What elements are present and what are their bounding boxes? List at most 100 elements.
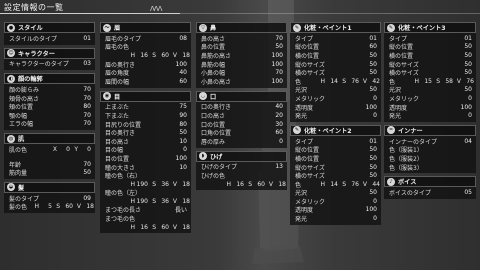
- setting-row[interactable]: 小鼻の高さ 100: [196, 77, 287, 86]
- setting-row[interactable]: 色（服装2）: [384, 154, 476, 163]
- section-header-makeup3[interactable]: ✎ 化粧・ペイント3: [384, 22, 476, 33]
- color-row[interactable]: H 16 S 60 V 18: [100, 51, 191, 60]
- setting-row[interactable]: 口の奥行き 40: [196, 103, 287, 111]
- section-header-eyebrow[interactable]: 〜眉: [100, 22, 191, 33]
- beard-icon: ◗: [199, 152, 207, 161]
- setting-row[interactable]: 年齢 70: [4, 160, 95, 169]
- setting-row[interactable]: 眉毛の色: [100, 43, 191, 51]
- setting-row[interactable]: 頬の位置 80: [4, 102, 95, 111]
- setting-row[interactable]: 筋肉量 50: [4, 168, 95, 177]
- setting-row[interactable]: 頬骨の高さ 70: [4, 94, 95, 103]
- setting-row[interactable]: スタイルのタイプ 01: [4, 34, 95, 43]
- section-header-mouth[interactable]: ◡ 口: [196, 90, 287, 102]
- color-row[interactable]: H 16 S 60 V 18: [100, 223, 191, 232]
- setting-row[interactable]: まつ毛の長さ 長い: [100, 206, 191, 214]
- setting-row[interactable]: 眉の角度 40: [100, 68, 191, 77]
- color-row[interactable]: 肌の色 X 0 Y 0: [4, 145, 95, 154]
- color-row[interactable]: 髪の色 H 5 S 60 V 18: [4, 203, 95, 211]
- color-row[interactable]: H 190 S 36 V 18: [100, 197, 191, 206]
- setting-row[interactable]: 目の位置 100: [100, 154, 191, 163]
- section-header-makeup2[interactable]: ✎ 化粧・ペイント2: [290, 124, 381, 136]
- setting-row[interactable]: 口の位置 30: [196, 120, 287, 129]
- setting-row[interactable]: 瞳の色（右）: [100, 171, 191, 180]
- setting-row[interactable]: 発光 0: [290, 111, 381, 120]
- setting-row[interactable]: 髪のタイプ 09: [4, 194, 95, 203]
- setting-row[interactable]: 横のサイズ 50: [290, 68, 381, 77]
- setting-row[interactable]: 縦のサイズ 50: [290, 60, 381, 69]
- setting-row[interactable]: タイプ 01: [290, 34, 381, 43]
- setting-row[interactable]: 縦の位置 50: [290, 146, 381, 154]
- color-row[interactable]: H 190 S 36 V 18: [100, 180, 191, 189]
- setting-row[interactable]: 横の位置 50: [290, 51, 381, 60]
- setting-row[interactable]: タイプ 01: [290, 137, 381, 146]
- setting-row[interactable]: 瞳の大きさ 10: [100, 163, 191, 172]
- section-header-beard[interactable]: ◗ ひげ: [196, 150, 287, 162]
- setting-row[interactable]: 光沢 50: [290, 189, 381, 197]
- setting-row[interactable]: 眉毛のタイプ 08: [100, 34, 191, 43]
- setting-row[interactable]: 発光 0: [290, 214, 381, 223]
- setting-row[interactable]: 横のサイズ 50: [384, 68, 476, 77]
- color-channel-value: 0: [66, 145, 70, 153]
- setting-row[interactable]: メタリック 0: [290, 197, 381, 206]
- setting-row[interactable]: 透明度 100: [290, 103, 381, 112]
- setting-row[interactable]: 発光 0: [384, 111, 476, 120]
- setting-row[interactable]: インナーのタイプ 04: [384, 137, 476, 146]
- section-header-voice[interactable]: ♪ ボイス: [384, 176, 476, 188]
- setting-row[interactable]: メタリック 0: [384, 94, 476, 103]
- setting-row[interactable]: 瞳の色（左）: [100, 189, 191, 197]
- setting-row[interactable]: 目の奥行き 50: [100, 128, 191, 137]
- setting-row[interactable]: 下まぶた 90: [100, 111, 191, 120]
- color-row[interactable]: H 16 S 60 V 18: [196, 180, 287, 189]
- setting-row[interactable]: 顎の幅 70: [4, 111, 95, 120]
- row-value: 05: [464, 189, 472, 197]
- setting-row[interactable]: 鼻の高さ 70: [196, 34, 287, 43]
- section-header-hair[interactable]: ◒ 髪: [4, 181, 95, 193]
- setting-row[interactable]: 小鼻の幅 70: [196, 68, 287, 77]
- setting-row[interactable]: まつ毛の色: [100, 214, 191, 223]
- setting-row[interactable]: 縦の位置 50: [384, 43, 476, 51]
- setting-row[interactable]: 光沢 50: [290, 86, 381, 94]
- section-header-nose[interactable]: ▽ 鼻: [196, 22, 287, 33]
- color-row[interactable]: 色 H 15 S 58 V 76: [384, 77, 476, 86]
- setting-row[interactable]: 横のサイズ 50: [290, 171, 381, 180]
- setting-row[interactable]: 透明度 100: [290, 206, 381, 214]
- setting-row[interactable]: キャラクターのタイプ 03: [4, 60, 95, 68]
- setting-row[interactable]: 縦のサイズ 50: [384, 60, 476, 69]
- setting-row[interactable]: ひげの色: [196, 171, 287, 180]
- color-row[interactable]: 色 H 14 S 76 V 42: [290, 77, 381, 86]
- setting-row[interactable]: 目の高さ 10: [100, 137, 191, 146]
- setting-row[interactable]: 光沢 50: [384, 86, 476, 94]
- setting-row[interactable]: 眉の奥行き 100: [100, 60, 191, 69]
- setting-row[interactable]: 顔の膨らみ 70: [4, 85, 95, 94]
- setting-row[interactable]: 透明度 100: [384, 103, 476, 112]
- setting-row[interactable]: 上まぶた 75: [100, 103, 191, 111]
- section-header-style[interactable]: ● スタイル: [4, 22, 95, 33]
- setting-row[interactable]: 鼻筋の幅 100: [196, 60, 287, 69]
- setting-row[interactable]: 唇の厚み 0: [196, 137, 287, 146]
- section-header-makeup1[interactable]: ✎ 化粧・ペイント1: [290, 22, 381, 33]
- setting-row[interactable]: ひげのタイプ 13: [196, 163, 287, 171]
- section-header-inner[interactable]: ♒ インナー: [384, 124, 476, 136]
- setting-row[interactable]: 鼻の位置 50: [196, 43, 287, 51]
- setting-row[interactable]: タイプ 01: [384, 34, 476, 43]
- setting-row[interactable]: エラの幅 70: [4, 120, 95, 128]
- section-header-character[interactable]: ☺ キャラクター: [4, 47, 95, 59]
- setting-row[interactable]: 鼻筋の高さ 100: [196, 51, 287, 60]
- setting-row[interactable]: 口の高さ 20: [196, 111, 287, 120]
- setting-row[interactable]: 目の幅 0: [100, 146, 191, 154]
- setting-row[interactable]: 眉間の幅 60: [100, 77, 191, 86]
- setting-row[interactable]: 口角の位置 60: [196, 128, 287, 137]
- setting-row[interactable]: 色（服装3）: [384, 163, 476, 172]
- color-row[interactable]: 色 H 14 S 76 V 44: [290, 180, 381, 189]
- setting-row[interactable]: 縦の位置 60: [290, 43, 381, 51]
- setting-row[interactable]: ボイスのタイプ 05: [384, 188, 476, 197]
- section-header-eye[interactable]: ◉ 目: [100, 90, 191, 102]
- setting-row[interactable]: 色（服装1）: [384, 146, 476, 154]
- setting-row[interactable]: 目尻りの位置 80: [100, 120, 191, 129]
- setting-row[interactable]: 縦のサイズ 50: [290, 163, 381, 172]
- setting-row[interactable]: 横の位置 50: [290, 154, 381, 163]
- section-header-skin[interactable]: ◍ 肌: [4, 133, 95, 145]
- section-header-face-outline[interactable]: ◐ 顔の輪郭: [4, 73, 95, 85]
- setting-row[interactable]: メタリック 0: [290, 94, 381, 103]
- setting-row[interactable]: 横の位置 50: [384, 51, 476, 60]
